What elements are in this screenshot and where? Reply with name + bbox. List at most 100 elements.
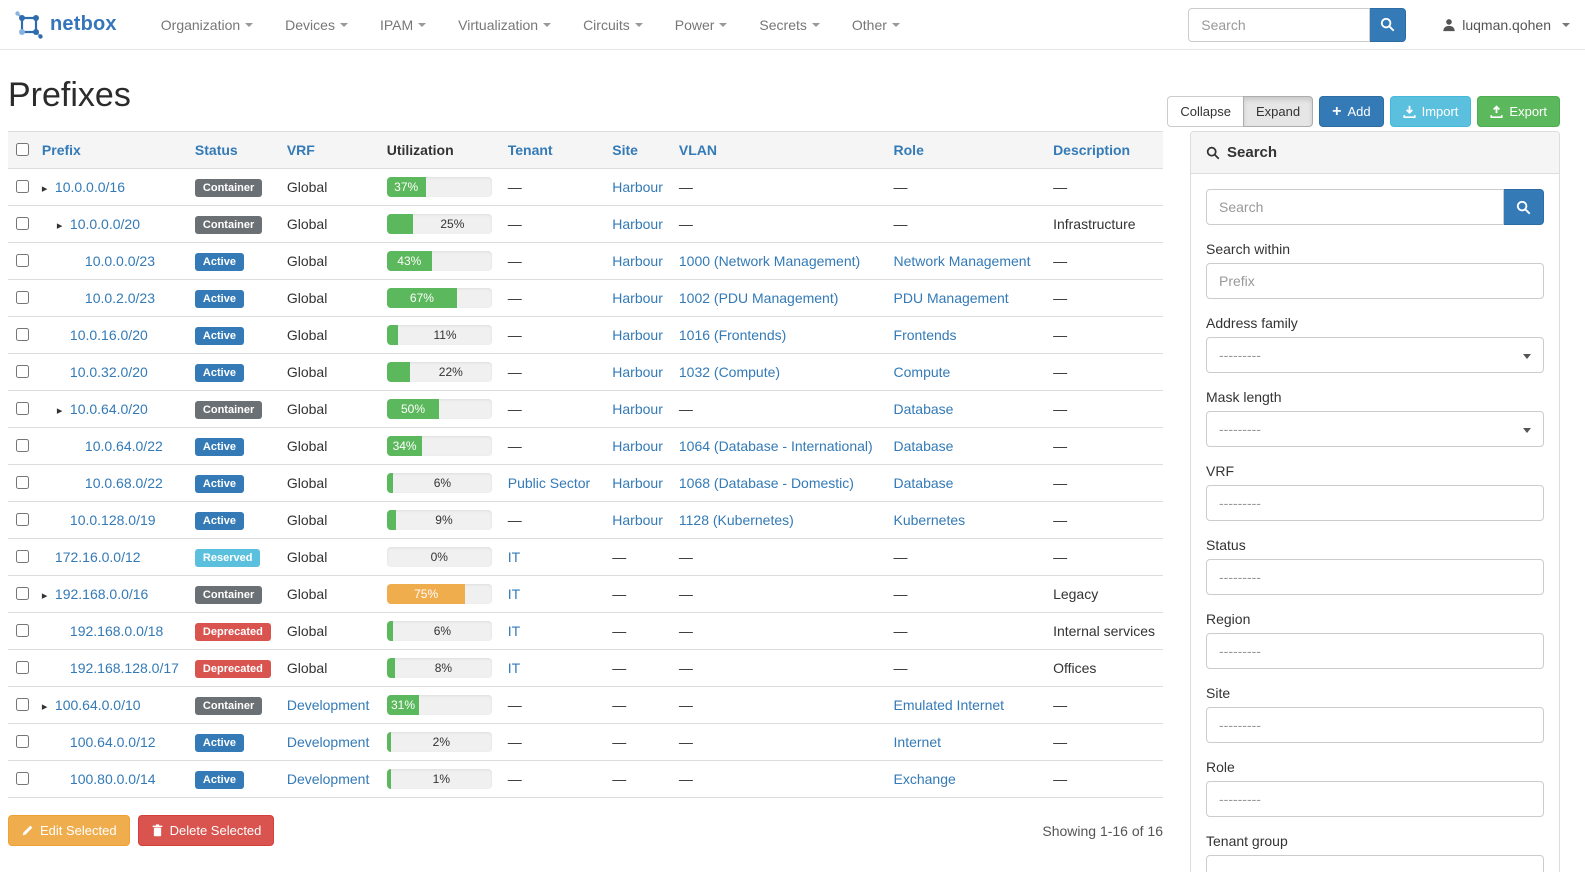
prefix-link[interactable]: 10.0.16.0/20 <box>70 327 148 343</box>
row-checkbox[interactable] <box>16 328 29 341</box>
row-checkbox[interactable] <box>16 291 29 304</box>
site-link[interactable]: Harbour <box>612 327 663 343</box>
site-link[interactable]: Harbour <box>612 290 663 306</box>
column-header-link[interactable]: VRF <box>287 142 315 158</box>
row-checkbox[interactable] <box>16 735 29 748</box>
column-header-link[interactable]: Prefix <box>42 142 81 158</box>
export-button[interactable]: Export <box>1477 96 1560 127</box>
role-link[interactable]: Network Management <box>894 253 1031 269</box>
global-search-input[interactable] <box>1188 8 1370 42</box>
nav-menu-other[interactable]: Other <box>836 17 916 33</box>
row-checkbox[interactable] <box>16 624 29 637</box>
row-checkbox[interactable] <box>16 661 29 674</box>
prefix-link[interactable]: 10.0.0.0/23 <box>85 253 155 269</box>
nav-menu-virtualization[interactable]: Virtualization <box>442 17 567 33</box>
role-link[interactable]: Database <box>894 438 954 454</box>
filter-select-role[interactable]: --------- <box>1206 781 1544 817</box>
import-button[interactable]: Import <box>1390 96 1472 127</box>
prefix-link[interactable]: 192.168.0.0/18 <box>70 623 163 639</box>
expand-caret-icon[interactable]: ▸ <box>57 219 70 232</box>
expand-caret-icon[interactable]: ▸ <box>57 404 70 417</box>
nav-menu-organization[interactable]: Organization <box>145 17 269 33</box>
site-link[interactable]: Harbour <box>612 179 663 195</box>
row-checkbox[interactable] <box>16 698 29 711</box>
prefix-link[interactable]: 10.0.64.0/22 <box>85 438 163 454</box>
filter-search-input[interactable] <box>1206 189 1504 225</box>
select-all-checkbox[interactable] <box>16 143 29 156</box>
column-header-vrf[interactable]: VRF <box>279 132 379 169</box>
global-search-button[interactable] <box>1370 8 1406 42</box>
site-link[interactable]: Harbour <box>612 253 663 269</box>
filter-input-search-within[interactable] <box>1206 263 1544 299</box>
vlan-link[interactable]: 1064 (Database - International) <box>679 438 873 454</box>
filter-select-region[interactable]: --------- <box>1206 633 1544 669</box>
user-menu[interactable]: luqman.qohen <box>1442 17 1570 33</box>
expand-caret-icon[interactable]: ▸ <box>42 700 55 713</box>
filter-select-vrf[interactable]: --------- <box>1206 485 1544 521</box>
column-header-prefix[interactable]: Prefix <box>34 132 187 169</box>
role-link[interactable]: PDU Management <box>894 290 1009 306</box>
nav-menu-circuits[interactable]: Circuits <box>567 17 659 33</box>
filter-select-tenant-group[interactable]: --------- <box>1206 855 1544 872</box>
row-checkbox[interactable] <box>16 180 29 193</box>
prefix-link[interactable]: 192.168.0.0/16 <box>55 586 148 602</box>
prefix-link[interactable]: 10.0.32.0/20 <box>70 364 148 380</box>
site-link[interactable]: Harbour <box>612 401 663 417</box>
prefix-link[interactable]: 10.0.128.0/19 <box>70 512 156 528</box>
brand-logo[interactable]: netbox <box>15 11 117 39</box>
column-header-link[interactable]: Site <box>612 142 638 158</box>
column-header-site[interactable]: Site <box>604 132 671 169</box>
site-link[interactable]: Harbour <box>612 216 663 232</box>
prefix-link[interactable]: 10.0.68.0/22 <box>85 475 163 491</box>
vlan-link[interactable]: 1128 (Kubernetes) <box>679 512 794 528</box>
site-link[interactable]: Harbour <box>612 438 663 454</box>
tenant-link[interactable]: IT <box>508 660 520 676</box>
expand-button[interactable]: Expand <box>1243 96 1313 127</box>
role-link[interactable]: Kubernetes <box>894 512 966 528</box>
role-link[interactable]: Frontends <box>894 327 957 343</box>
role-link[interactable]: Exchange <box>894 771 956 787</box>
row-checkbox[interactable] <box>16 513 29 526</box>
collapse-button[interactable]: Collapse <box>1167 96 1244 127</box>
prefix-link[interactable]: 10.0.2.0/23 <box>85 290 155 306</box>
row-checkbox[interactable] <box>16 772 29 785</box>
vrf-link[interactable]: Development <box>287 734 370 750</box>
prefix-link[interactable]: 100.80.0.0/14 <box>70 771 156 787</box>
vlan-link[interactable]: 1002 (PDU Management) <box>679 290 839 306</box>
column-header-tenant[interactable]: Tenant <box>500 132 605 169</box>
tenant-link[interactable]: IT <box>508 549 520 565</box>
role-link[interactable]: Internet <box>894 734 941 750</box>
filter-select-mask-length[interactable]: --------- <box>1206 411 1544 447</box>
vrf-link[interactable]: Development <box>287 697 370 713</box>
vlan-link[interactable]: 1032 (Compute) <box>679 364 780 380</box>
column-header-link[interactable]: Tenant <box>508 142 553 158</box>
row-checkbox[interactable] <box>16 402 29 415</box>
column-header-role[interactable]: Role <box>886 132 1046 169</box>
site-link[interactable]: Harbour <box>612 364 663 380</box>
vlan-link[interactable]: 1068 (Database - Domestic) <box>679 475 854 491</box>
edit-selected-button[interactable]: Edit Selected <box>8 815 130 846</box>
nav-menu-secrets[interactable]: Secrets <box>743 17 835 33</box>
column-header-description[interactable]: Description <box>1045 132 1163 169</box>
column-header-link[interactable]: Description <box>1053 142 1130 158</box>
filter-select-status[interactable]: --------- <box>1206 559 1544 595</box>
row-checkbox[interactable] <box>16 217 29 230</box>
column-header-link[interactable]: Status <box>195 142 238 158</box>
expand-caret-icon[interactable]: ▸ <box>42 589 55 602</box>
column-header-link[interactable]: VLAN <box>679 142 717 158</box>
row-checkbox[interactable] <box>16 439 29 452</box>
row-checkbox[interactable] <box>16 365 29 378</box>
column-header-link[interactable]: Role <box>894 142 924 158</box>
vlan-link[interactable]: 1000 (Network Management) <box>679 253 860 269</box>
filter-select-address-family[interactable]: --------- <box>1206 337 1544 373</box>
tenant-link[interactable]: Public Sector <box>508 475 590 491</box>
tenant-link[interactable]: IT <box>508 623 520 639</box>
nav-menu-devices[interactable]: Devices <box>269 17 364 33</box>
filter-select-site[interactable]: --------- <box>1206 707 1544 743</box>
role-link[interactable]: Database <box>894 401 954 417</box>
tenant-link[interactable]: IT <box>508 586 520 602</box>
row-checkbox[interactable] <box>16 550 29 563</box>
role-link[interactable]: Database <box>894 475 954 491</box>
nav-menu-power[interactable]: Power <box>659 17 744 33</box>
filter-search-button[interactable] <box>1504 189 1544 225</box>
